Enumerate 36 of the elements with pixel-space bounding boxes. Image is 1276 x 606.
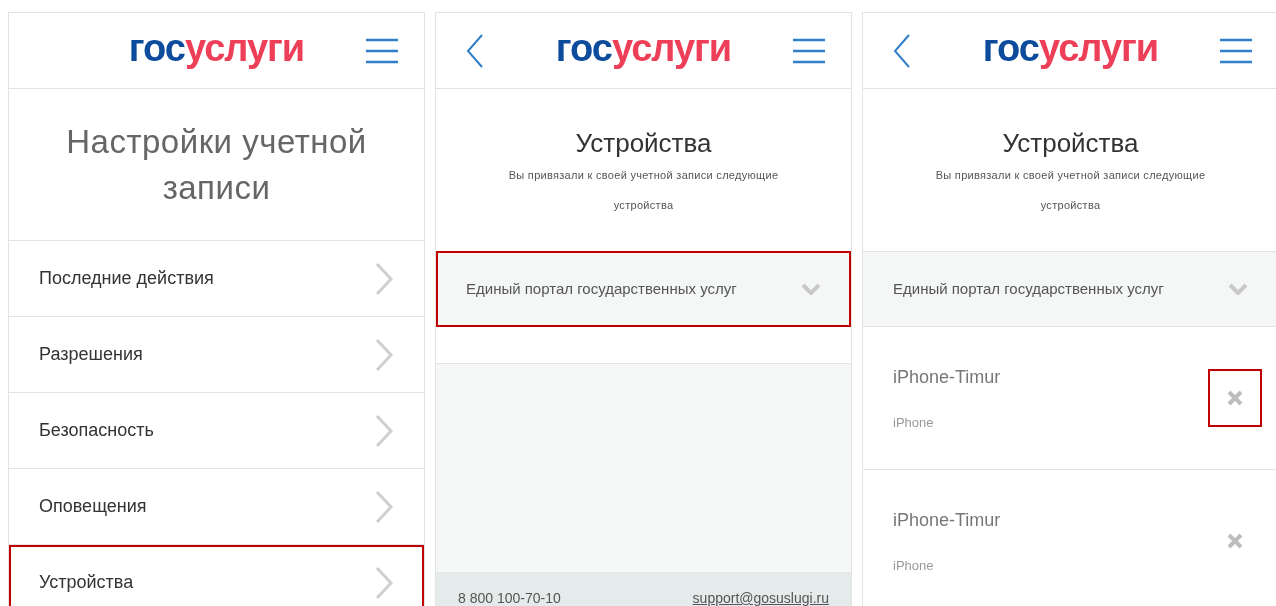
menu-item[interactable]: Последние действия	[9, 241, 424, 317]
portal-dropdown[interactable]: Единый портал государственных услуг	[863, 251, 1276, 327]
menu-item[interactable]: Оповещения	[9, 469, 424, 545]
description-text: Вы привязали к своей учетной записи следующие устройства	[934, 168, 1207, 213]
chevron-right-icon	[374, 565, 394, 600]
chevron-right-icon	[374, 489, 394, 524]
description-text: Вы привязали к своей учетной записи следующие устройства	[507, 168, 780, 213]
logo: госуслуги	[128, 28, 305, 71]
menu-item[interactable]: Безопасность	[9, 393, 424, 469]
page-title: Устройства	[1002, 127, 1139, 159]
back-button[interactable]	[464, 33, 486, 69]
chevron-down-icon	[1228, 283, 1248, 295]
close-icon	[1227, 533, 1243, 549]
device-name: iPhone-Timur	[893, 365, 1001, 389]
menu-button[interactable]	[366, 38, 398, 64]
email-link[interactable]: support@gosuslugi.ru	[692, 588, 829, 606]
logo: госуслуги	[982, 28, 1159, 71]
page-title: Настройки учетной записи	[65, 121, 368, 208]
chevron-right-icon	[374, 413, 394, 448]
menu-button[interactable]	[793, 38, 825, 64]
back-button[interactable]	[891, 33, 913, 69]
chevron-right-icon	[374, 337, 394, 372]
page-title: Устройства	[575, 127, 712, 159]
device-type: iPhone	[893, 413, 935, 432]
device-name: iPhone-Timur	[893, 508, 1001, 532]
remove-button[interactable]	[1208, 369, 1262, 427]
menu-item[interactable]: Устройства	[9, 545, 424, 606]
portal-dropdown[interactable]: Единый портал государственных услуг	[436, 251, 851, 327]
chevron-down-icon	[801, 283, 821, 295]
device-type: iPhone	[893, 556, 935, 575]
close-icon	[1227, 390, 1243, 406]
menu-button[interactable]	[1220, 38, 1252, 64]
phone-number: 8 800 100-70-10	[458, 589, 561, 606]
logo: госуслуги	[555, 28, 732, 71]
chevron-right-icon	[374, 261, 394, 296]
menu-item[interactable]: Разрешения	[9, 317, 424, 393]
